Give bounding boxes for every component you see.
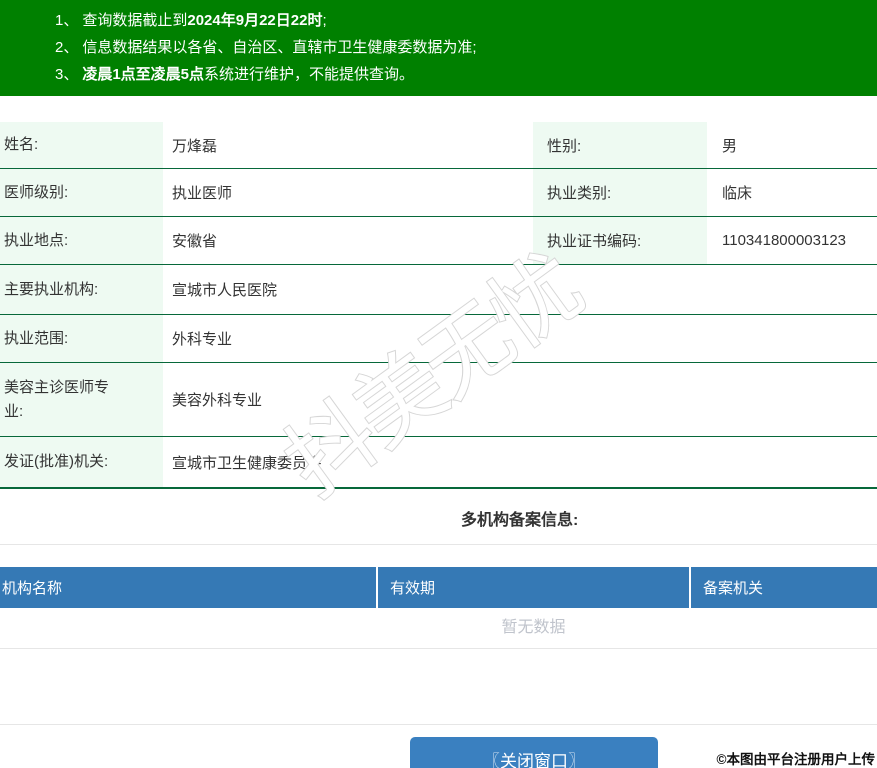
- notice-line-1: 1、 查询数据截止到2024年9月22日22时;: [55, 7, 867, 34]
- table-row: 医师级别: 执业医师 执业类别: 临床: [0, 169, 877, 217]
- doctor-info-table: 姓名: 万烽磊 性别: 男 医师级别: 执业医师 执业类别: 临床 执业地点: …: [0, 122, 877, 489]
- practice-type-value: 临床: [722, 185, 753, 202]
- notice-text: 系统进行维护，不能提供查询。: [204, 66, 415, 83]
- practice-type-label: 执业类别:: [533, 169, 707, 216]
- table-row: 主要执业机构: 宣城市人民医院: [0, 265, 877, 315]
- notice-text: 信息数据结果以各省、自治区、直辖市卫生健康委数据为准;: [82, 39, 477, 56]
- doctor-level-value: 执业医师: [172, 185, 233, 202]
- records-table-header: 机构名称 有效期 备案机关: [0, 567, 877, 608]
- practice-scope-value: 外科专业: [172, 331, 233, 348]
- primary-institution-value: 宣城市人民医院: [172, 282, 278, 299]
- notice-banner: 1、 查询数据截止到2024年9月22日22时; 2、 信息数据结果以各省、自治区、…: [0, 0, 877, 96]
- notice-number: 2、: [55, 39, 79, 56]
- doctor-level-label: 医师级别:: [0, 169, 163, 216]
- divider: [0, 724, 877, 725]
- divider: [0, 648, 877, 649]
- notice-text: ;: [322, 12, 327, 29]
- table-row: 美容主诊医师专业: 美容外科专业: [0, 363, 877, 437]
- multi-institution-section-title: 多机构备案信息:: [461, 512, 579, 529]
- cosmetic-specialty-label: 美容主诊医师专业:: [0, 363, 163, 436]
- query-result-page: 1、 查询数据截止到2024年9月22日22时; 2、 信息数据结果以各省、自治区、…: [0, 0, 877, 768]
- notice-text: 查询数据截止到: [82, 12, 188, 29]
- cosmetic-specialty-value: 美容外科专业: [172, 392, 263, 409]
- primary-institution-label: 主要执业机构:: [0, 265, 163, 314]
- practice-location-value: 安徽省: [172, 233, 218, 250]
- practice-location-label: 执业地点:: [0, 217, 163, 264]
- table-row: 发证(批准)机关: 宣城市卫生健康委员会: [0, 437, 877, 489]
- practice-scope-label: 执业范围:: [0, 315, 163, 362]
- notice-text-bold: 2024年9月22日22时: [187, 12, 323, 29]
- certificate-number-value: 110341800003123: [722, 232, 847, 249]
- gender-value: 男: [722, 137, 738, 155]
- notice-number: 3、: [55, 66, 79, 83]
- close-window-button[interactable]: 〖关闭窗口〗: [410, 737, 658, 768]
- name-value: 万烽磊: [172, 137, 218, 155]
- table-row: 执业范围: 外科专业: [0, 315, 877, 363]
- divider: [0, 544, 877, 545]
- notice-number: 1、: [55, 12, 79, 29]
- notice-text-bold: 凌晨1点至凌晨5点: [82, 66, 205, 83]
- upload-credit: ©本图由平台注册用户上传: [716, 752, 875, 767]
- table-row: 姓名: 万烽磊 性别: 男: [0, 122, 877, 169]
- gender-label: 性别:: [533, 122, 707, 168]
- col-filing-authority: 备案机关: [691, 567, 877, 608]
- col-institution-name: 机构名称: [0, 567, 376, 608]
- issuing-authority-value: 宣城市卫生健康委员会: [172, 454, 323, 472]
- col-validity-period: 有效期: [378, 567, 689, 608]
- issuing-authority-label: 发证(批准)机关:: [0, 437, 163, 487]
- certificate-number-label: 执业证书编码:: [533, 217, 707, 264]
- notice-line-2: 2、 信息数据结果以各省、自治区、直辖市卫生健康委数据为准;: [55, 34, 867, 61]
- empty-data-text: 暂无数据: [501, 619, 566, 636]
- notice-line-3: 3、 凌晨1点至凌晨5点系统进行维护，不能提供查询。: [55, 61, 867, 88]
- table-row: 执业地点: 安徽省 执业证书编码: 110341800003123: [0, 217, 877, 265]
- name-label: 姓名:: [0, 122, 163, 168]
